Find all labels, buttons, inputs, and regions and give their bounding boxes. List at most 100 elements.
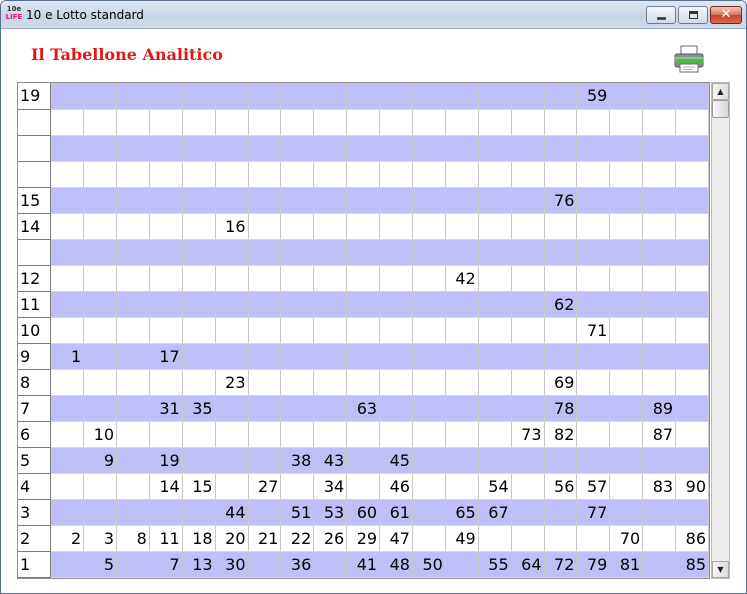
table-cell[interactable] xyxy=(609,473,644,500)
table-cell[interactable]: 43 xyxy=(313,447,348,474)
table-cell[interactable] xyxy=(412,239,446,266)
table-cell[interactable] xyxy=(642,447,677,474)
table-cell[interactable]: 86 xyxy=(675,525,709,552)
table-cell[interactable] xyxy=(149,213,183,240)
table-cell[interactable] xyxy=(313,369,348,396)
table-cell[interactable] xyxy=(313,395,348,422)
table-cell[interactable] xyxy=(642,291,677,318)
table-cell[interactable] xyxy=(478,187,512,214)
table-cell[interactable] xyxy=(280,161,315,188)
table-cell[interactable] xyxy=(116,239,150,266)
table-cell[interactable]: 8 xyxy=(116,525,150,552)
table-cell[interactable] xyxy=(116,473,150,500)
table-cell[interactable] xyxy=(280,213,315,240)
table-cell[interactable] xyxy=(248,265,282,292)
table-cell[interactable] xyxy=(544,265,578,292)
table-cell[interactable] xyxy=(511,161,545,188)
table-cell[interactable] xyxy=(609,447,644,474)
table-cell[interactable] xyxy=(83,109,118,136)
table-cell[interactable] xyxy=(215,421,249,448)
table-cell[interactable] xyxy=(675,395,709,422)
table-cell[interactable] xyxy=(116,343,150,370)
table-cell[interactable] xyxy=(50,551,85,578)
table-cell[interactable] xyxy=(511,343,545,370)
table-cell[interactable] xyxy=(313,213,348,240)
table-cell[interactable] xyxy=(149,369,183,396)
table-cell[interactable] xyxy=(116,395,150,422)
table-cell[interactable] xyxy=(248,369,282,396)
table-cell[interactable]: 20 xyxy=(215,525,249,552)
table-cell[interactable] xyxy=(346,369,381,396)
table-cell[interactable]: 14 xyxy=(149,473,183,500)
table-cell[interactable] xyxy=(50,83,85,110)
table-cell[interactable]: 1 xyxy=(50,343,85,370)
table-cell[interactable] xyxy=(445,135,479,162)
table-cell[interactable] xyxy=(346,161,381,188)
table-cell[interactable] xyxy=(83,135,118,162)
table-cell[interactable]: 71 xyxy=(576,317,611,344)
table-cell[interactable] xyxy=(511,187,545,214)
table-cell[interactable] xyxy=(116,551,150,578)
table-cell[interactable]: 3 xyxy=(83,525,118,552)
table-cell[interactable]: 15 xyxy=(182,473,216,500)
table-cell[interactable] xyxy=(313,187,348,214)
table-cell[interactable]: 67 xyxy=(478,499,512,526)
scroll-up-button[interactable]: ▲ xyxy=(712,83,729,100)
table-cell[interactable] xyxy=(50,395,85,422)
table-cell[interactable] xyxy=(149,265,183,292)
table-cell[interactable]: 55 xyxy=(478,551,512,578)
table-cell[interactable] xyxy=(642,317,677,344)
table-cell[interactable] xyxy=(50,161,85,188)
table-cell[interactable] xyxy=(116,161,150,188)
table-cell[interactable] xyxy=(248,187,282,214)
table-cell[interactable] xyxy=(642,525,677,552)
table-cell[interactable] xyxy=(215,473,249,500)
table-cell[interactable] xyxy=(478,109,512,136)
table-cell[interactable] xyxy=(182,343,216,370)
table-cell[interactable] xyxy=(116,213,150,240)
table-cell[interactable] xyxy=(379,187,413,214)
table-cell[interactable] xyxy=(576,291,611,318)
table-cell[interactable] xyxy=(445,109,479,136)
table-cell[interactable] xyxy=(280,317,315,344)
table-cell[interactable] xyxy=(609,109,644,136)
table-cell[interactable] xyxy=(182,447,216,474)
table-cell[interactable] xyxy=(412,83,446,110)
table-cell[interactable]: 53 xyxy=(313,499,348,526)
table-cell[interactable]: 38 xyxy=(280,447,315,474)
table-cell[interactable] xyxy=(116,135,150,162)
table-cell[interactable] xyxy=(149,187,183,214)
table-cell[interactable] xyxy=(313,343,348,370)
table-cell[interactable] xyxy=(280,343,315,370)
table-cell[interactable]: 13 xyxy=(182,551,216,578)
table-cell[interactable] xyxy=(182,265,216,292)
table-cell[interactable] xyxy=(215,343,249,370)
table-cell[interactable] xyxy=(445,395,479,422)
table-cell[interactable] xyxy=(675,213,709,240)
table-cell[interactable] xyxy=(511,499,545,526)
table-cell[interactable] xyxy=(675,265,709,292)
table-cell[interactable] xyxy=(83,343,118,370)
table-cell[interactable] xyxy=(511,317,545,344)
table-cell[interactable] xyxy=(346,473,381,500)
table-cell[interactable] xyxy=(313,291,348,318)
table-cell[interactable] xyxy=(280,473,315,500)
table-cell[interactable] xyxy=(182,109,216,136)
table-cell[interactable] xyxy=(346,135,381,162)
title-bar[interactable]: 10e LIFE 10 e Lotto standard ✕ xyxy=(1,1,746,29)
table-cell[interactable]: 7 xyxy=(149,551,183,578)
table-cell[interactable]: 5 xyxy=(83,551,118,578)
table-cell[interactable]: 77 xyxy=(576,499,611,526)
table-cell[interactable] xyxy=(478,447,512,474)
table-cell[interactable] xyxy=(544,109,578,136)
table-cell[interactable]: 30 xyxy=(215,551,249,578)
table-cell[interactable] xyxy=(83,239,118,266)
table-cell[interactable]: 56 xyxy=(544,473,578,500)
table-cell[interactable] xyxy=(116,369,150,396)
table-cell[interactable] xyxy=(248,395,282,422)
table-cell[interactable] xyxy=(642,239,677,266)
table-cell[interactable]: 47 xyxy=(379,525,413,552)
table-cell[interactable] xyxy=(511,473,545,500)
table-cell[interactable] xyxy=(642,551,677,578)
table-cell[interactable]: 76 xyxy=(544,187,578,214)
